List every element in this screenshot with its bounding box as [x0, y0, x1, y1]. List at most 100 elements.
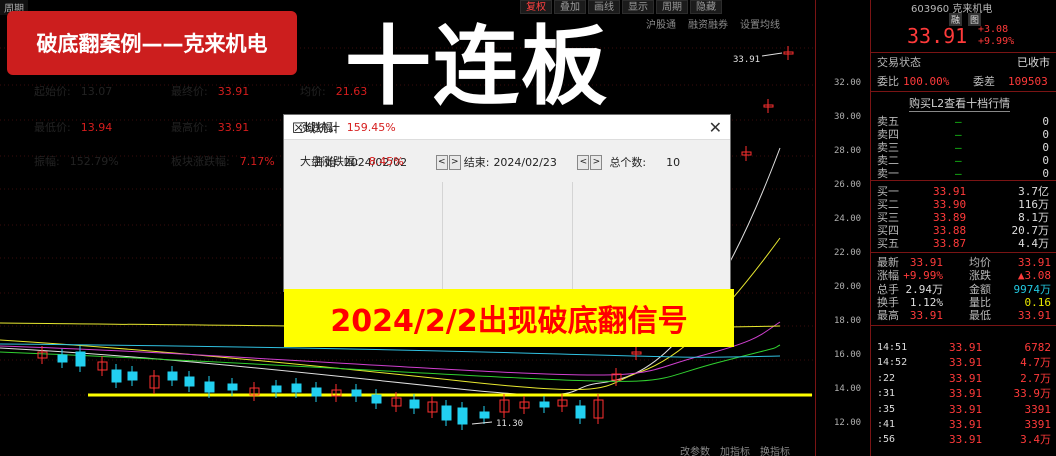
level-volume: 116万: [1018, 197, 1049, 211]
hsgt-button[interactable]: 沪股通: [646, 16, 676, 31]
stat-value: 13.94: [80, 120, 113, 134]
region-stats-dialog[interactable]: 区域统计 ✕ 开始: 2024/02/02 < > 结束: 2024/02/23…: [34, 85, 731, 292]
toolbar-period-button[interactable]: 周期: [656, 0, 688, 14]
level-volume: 0: [1042, 128, 1049, 142]
price-tick-label: 32.00: [834, 78, 862, 88]
price-tick-label: 20.00: [834, 282, 862, 292]
level-volume: 8.1万: [1018, 210, 1049, 224]
candle-body: [291, 383, 302, 393]
margin-button[interactable]: 融资融券: [688, 16, 728, 31]
ask-row[interactable]: 卖五 — 0: [871, 115, 1056, 128]
level-label: 买一: [877, 184, 899, 198]
tick-price: 33.91: [949, 341, 983, 354]
price-tick-label: 22.00: [834, 248, 862, 258]
stat-label: 涨幅: [877, 269, 899, 283]
tick-volume: 3391: [1024, 402, 1052, 416]
bid-row[interactable]: 买三 33.89 8.1万: [871, 211, 1056, 224]
case-title-badge: 破底翻案例——克来机电: [7, 11, 297, 75]
candle-body: [409, 399, 420, 409]
stat-label: 板块涨跌幅:: [171, 155, 230, 168]
candle-body: [75, 351, 86, 367]
tick-time: :35: [877, 403, 896, 415]
ask-row[interactable]: 卖三 — 0: [871, 141, 1056, 154]
bid-row[interactable]: 买一 33.91 3.7亿: [871, 185, 1056, 198]
toolbar-hide-button[interactable]: 隐藏: [690, 0, 722, 14]
stat-value: 33.91: [1017, 309, 1051, 323]
stat-cell: 大盘涨跌幅: 8.45%: [300, 150, 404, 172]
bid-row[interactable]: 买五 33.87 4.4万: [871, 237, 1056, 250]
stat-label: 最低: [969, 309, 991, 323]
close-icon[interactable]: ✕: [709, 118, 722, 137]
stat-value: 7.17%: [239, 154, 275, 168]
stat-label: 量比: [969, 295, 991, 309]
ask-row[interactable]: 卖二 — 0: [871, 154, 1056, 167]
count-value: 10: [666, 155, 681, 169]
stat-value: 9974万: [1013, 282, 1052, 296]
tick-time: 14:51: [877, 342, 908, 353]
candle-body: [575, 405, 586, 419]
divider: [871, 180, 1056, 181]
level-volume: 20.7万: [1011, 223, 1050, 237]
stat-value: 13.07: [80, 84, 113, 98]
toolbar-display-button[interactable]: 显示: [622, 0, 654, 14]
tick-volume: 4.7万: [1020, 356, 1051, 370]
weibi-value: 100.00%: [903, 75, 950, 88]
stat-cell: 最低价: 13.94: [34, 116, 112, 138]
toolbar-draw-button[interactable]: 画线: [588, 0, 620, 14]
candle-body: [127, 371, 138, 381]
chart-toolbar: 复权 叠加 画线 显示 周期 隐藏: [520, 0, 722, 14]
stat-label: 大盘涨跌幅:: [300, 155, 359, 168]
ask-row[interactable]: 卖一 — 0: [871, 167, 1056, 180]
stat-label: 振幅:: [34, 155, 60, 168]
stat-value: 8.45%: [368, 154, 404, 168]
stat-value: 33.91: [909, 309, 943, 323]
switch-indicator-button[interactable]: 换指标: [760, 443, 790, 456]
level-volume: 0: [1042, 115, 1049, 128]
ma-settings-button[interactable]: 设置均线: [740, 16, 780, 31]
divider: [871, 252, 1056, 253]
candle-body: [311, 387, 322, 397]
level-price: —: [955, 167, 962, 181]
bid-row[interactable]: 买四 33.88 20.7万: [871, 224, 1056, 237]
start-prev-arrow-icon[interactable]: <: [435, 154, 448, 170]
start-next-arrow-icon[interactable]: >: [448, 154, 461, 170]
dialog-body: 开始: 2024/02/02 < > 结束: 2024/02/23 < > 总个…: [34, 85, 730, 292]
tick-price: 33.91: [949, 402, 983, 416]
price-axis: 32.00 30.00 28.00 26.00 24.00 22.00 20.00 18.00…: [815, 0, 870, 456]
price-tick-label: 24.00: [834, 214, 862, 224]
last-price: 33.91: [907, 24, 968, 48]
l2-link[interactable]: 购买L2查看十档行情: [909, 95, 1011, 112]
trade-status-row: 交易状态 已收市: [871, 56, 1056, 69]
tick-price: 33.91: [949, 356, 983, 370]
quote-stat-row: 最高 33.91 最低 33.91: [871, 309, 1056, 322]
toolbar-overlay-button[interactable]: 叠加: [554, 0, 586, 14]
edit-params-button[interactable]: 改参数: [680, 443, 710, 456]
level-price: 33.91: [933, 184, 967, 198]
candle-body: [184, 376, 195, 387]
candle-body: [227, 383, 238, 391]
tick-row: :41 33.91 3391: [871, 418, 1056, 431]
stat-value: +9.99%: [903, 269, 943, 283]
grid-separator: [442, 182, 443, 290]
tick-time: :31: [877, 388, 896, 400]
price-tick-label: 18.00: [834, 316, 862, 326]
end-label: 结束:: [463, 156, 490, 169]
stat-label: 最终价:: [171, 85, 208, 98]
high-price-label: 33.91: [733, 55, 760, 65]
price-tick-label: 14.00: [834, 384, 862, 394]
toolbar-fuquan-button[interactable]: 复权: [520, 0, 552, 14]
stat-label: 总手: [877, 282, 899, 296]
stat-value: 21.63: [335, 84, 368, 98]
indicator-bar: 改参数 加指标 换指标: [680, 443, 790, 456]
candle-body: [479, 411, 490, 419]
tick-row: :22 33.91 2.7万: [871, 372, 1056, 385]
candle-body: [167, 371, 178, 381]
stat-value: 33.91: [217, 120, 250, 134]
add-indicator-button[interactable]: 加指标: [720, 443, 750, 456]
stat-cell: 均价: 21.63: [300, 80, 367, 102]
end-next-arrow-icon[interactable]: >: [590, 154, 603, 170]
price-tick-label: 26.00: [834, 180, 862, 190]
ask-row[interactable]: 卖四 — 0: [871, 128, 1056, 141]
end-prev-arrow-icon[interactable]: <: [577, 154, 590, 170]
bid-row[interactable]: 买二 33.90 116万: [871, 198, 1056, 211]
